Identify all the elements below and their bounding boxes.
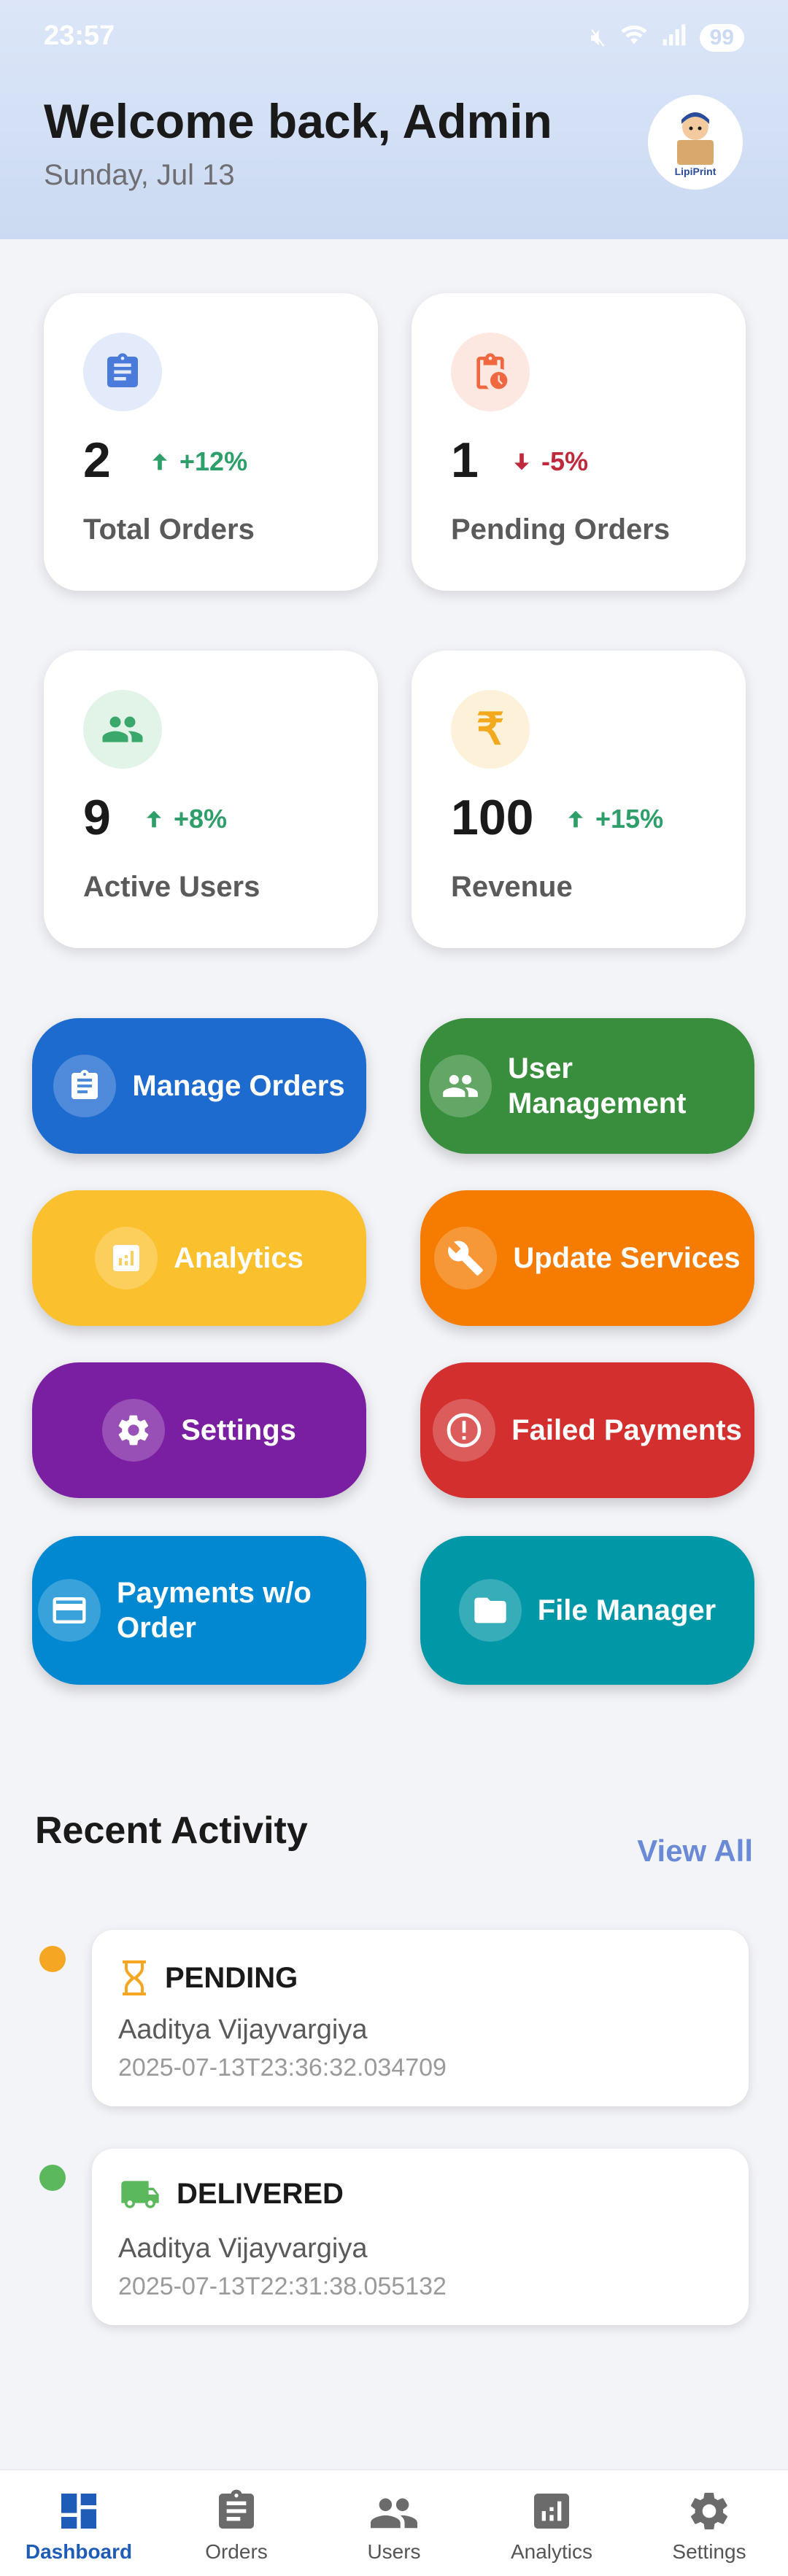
pending-clipboard-icon bbox=[451, 333, 530, 411]
action-label: Payments w/o Order bbox=[117, 1577, 312, 1644]
stat-trend: -5% bbox=[509, 446, 588, 477]
stat-value: 100 bbox=[451, 790, 534, 845]
nav-item-dashboard[interactable]: Dashboard bbox=[0, 2470, 158, 2576]
action-label: File Manager bbox=[537, 1594, 716, 1626]
battery-indicator: 99 bbox=[699, 23, 744, 52]
truck-icon bbox=[121, 2180, 159, 2208]
activity-timestamp: 2025-07-13T23:36:32.034709 bbox=[118, 2054, 447, 2082]
wrench-icon bbox=[434, 1227, 498, 1289]
clipboard-icon bbox=[53, 1055, 117, 1117]
nav-label: Orders bbox=[205, 2540, 268, 2563]
failed-payments-button[interactable]: Failed Payments bbox=[420, 1362, 754, 1498]
signal-icon bbox=[662, 22, 687, 53]
stat-label: Revenue bbox=[451, 871, 573, 903]
action-label: Manage Orders bbox=[132, 1070, 345, 1102]
analytics-button[interactable]: Analytics bbox=[32, 1190, 366, 1326]
activity-status: DELIVERED bbox=[120, 2178, 344, 2211]
dashboard-icon bbox=[61, 2494, 96, 2529]
file-manager-button[interactable]: File Manager bbox=[420, 1536, 754, 1685]
stat-card-revenue[interactable]: ₹ 100 +15% Revenue bbox=[412, 651, 746, 948]
stat-trend-value: +8% bbox=[174, 804, 228, 834]
credit-card-icon bbox=[38, 1579, 101, 1642]
section-title-recent-activity: Recent Activity bbox=[35, 1809, 308, 1852]
analytics-icon bbox=[95, 1227, 158, 1289]
stat-value: 9 bbox=[83, 790, 111, 845]
update-services-button[interactable]: Update Services bbox=[420, 1190, 754, 1326]
timeline-dot bbox=[39, 1946, 66, 1972]
action-label: Analytics bbox=[174, 1242, 304, 1274]
nav-item-analytics[interactable]: Analytics bbox=[473, 2470, 630, 2576]
svg-text:LipiPrint: LipiPrint bbox=[675, 166, 716, 177]
stat-trend: +12% bbox=[147, 446, 247, 477]
stat-trend-value: +12% bbox=[179, 446, 248, 476]
nav-label: Users bbox=[367, 2540, 421, 2563]
stat-value: 1 bbox=[451, 432, 479, 488]
status-time: 23:57 bbox=[44, 20, 115, 51]
action-label: User Management bbox=[508, 1052, 687, 1120]
arrow-up-icon bbox=[568, 810, 583, 828]
stat-trend-value: -5% bbox=[541, 446, 589, 476]
header-date: Sunday, Jul 13 bbox=[44, 159, 235, 191]
stat-label: Total Orders bbox=[83, 513, 255, 546]
arrow-up-icon bbox=[147, 810, 161, 828]
rupee-icon: ₹ bbox=[451, 690, 530, 769]
stat-label: Pending Orders bbox=[451, 513, 671, 546]
nav-label: Analytics bbox=[510, 2540, 593, 2563]
activity-status-label: PENDING bbox=[165, 1961, 298, 1994]
stat-value: 2 bbox=[83, 432, 111, 488]
timeline-dot bbox=[39, 2165, 66, 2191]
activity-timestamp: 2025-07-13T22:31:38.055132 bbox=[118, 2273, 447, 2300]
view-all-link[interactable]: View All bbox=[637, 1834, 753, 1869]
group-icon bbox=[429, 1055, 492, 1117]
mute-icon: 🔇︎ bbox=[590, 23, 606, 51]
hourglass-icon bbox=[123, 1960, 146, 1995]
gear-icon bbox=[102, 1399, 166, 1462]
stat-card-active-users[interactable]: 9 +8% Active Users bbox=[44, 651, 378, 948]
nav-item-orders[interactable]: Orders bbox=[158, 2470, 315, 2576]
status-bar: 23:57 🔇︎ 99 bbox=[44, 20, 744, 57]
user-management-button[interactable]: User Management bbox=[420, 1018, 754, 1154]
clipboard-icon bbox=[219, 2489, 254, 2529]
action-label: Settings bbox=[181, 1414, 296, 1446]
clipboard-icon bbox=[83, 333, 162, 411]
arrow-down-icon bbox=[514, 453, 529, 470]
action-label: Update Services bbox=[513, 1242, 741, 1274]
gear-icon bbox=[691, 2492, 727, 2530]
payments-without-order-button[interactable]: Payments w/o Order bbox=[32, 1536, 366, 1685]
bottom-navigation: Dashboard Orders Users Analytics Setting… bbox=[0, 2470, 788, 2576]
alert-icon bbox=[433, 1399, 496, 1462]
settings-button[interactable]: Settings bbox=[32, 1362, 366, 1498]
folder-icon bbox=[458, 1579, 522, 1642]
nav-label: Settings bbox=[672, 2540, 746, 2563]
header: 23:57 🔇︎ 99 Welcome back, Admin Sunday, … bbox=[0, 0, 788, 239]
nav-label: Dashboard bbox=[25, 2540, 133, 2563]
stat-trend: +8% bbox=[142, 804, 227, 834]
activity-status: PENDING bbox=[120, 1959, 298, 1997]
stat-card-total-orders[interactable]: 2 +12% Total Orders bbox=[44, 293, 378, 591]
analytics-icon bbox=[534, 2494, 569, 2529]
avatar[interactable]: LipiPrint bbox=[648, 95, 743, 190]
activity-card[interactable]: DELIVERED Aaditya Vijayvargiya 2025-07-1… bbox=[92, 2149, 749, 2325]
status-icons: 🔇︎ 99 bbox=[590, 22, 744, 53]
activity-customer-name: Aaditya Vijayvargiya bbox=[118, 2233, 368, 2264]
action-label: Failed Payments bbox=[511, 1414, 742, 1446]
page-title: Welcome back, Admin bbox=[44, 94, 552, 148]
activity-status-label: DELIVERED bbox=[177, 2178, 344, 2210]
stat-trend: +15% bbox=[563, 804, 663, 834]
manage-orders-button[interactable]: Manage Orders bbox=[32, 1018, 366, 1154]
wifi-icon bbox=[619, 22, 649, 53]
arrow-up-icon bbox=[152, 453, 167, 470]
stat-card-pending-orders[interactable]: 1 -5% Pending Orders bbox=[412, 293, 746, 591]
nav-item-users[interactable]: Users bbox=[315, 2470, 473, 2576]
lipiprint-logo-icon: LipiPrint bbox=[653, 100, 738, 185]
group-icon bbox=[83, 690, 162, 769]
stat-label: Active Users bbox=[83, 871, 260, 903]
group-icon bbox=[371, 2498, 417, 2529]
activity-card[interactable]: PENDING Aaditya Vijayvargiya 2025-07-13T… bbox=[92, 1930, 749, 2106]
nav-item-settings[interactable]: Settings bbox=[630, 2470, 788, 2576]
activity-customer-name: Aaditya Vijayvargiya bbox=[118, 2014, 368, 2045]
stat-trend-value: +15% bbox=[595, 804, 664, 834]
